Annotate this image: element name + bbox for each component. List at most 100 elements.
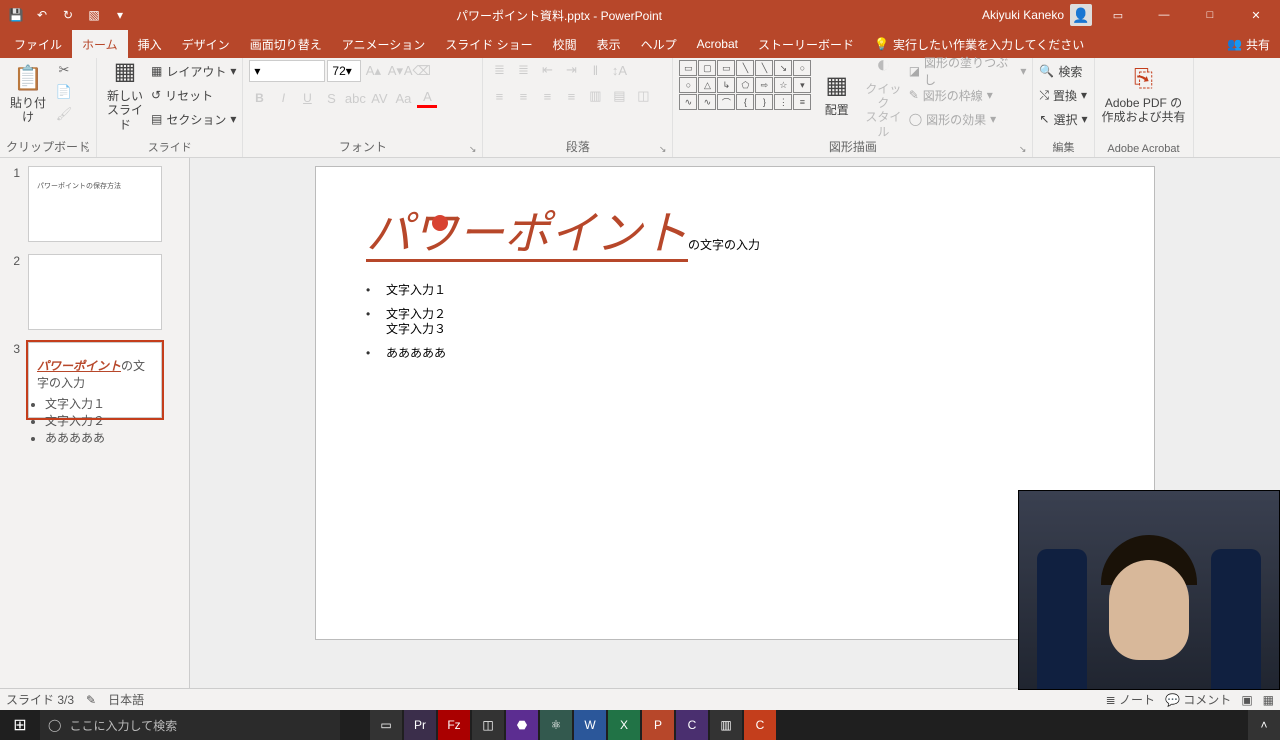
section-button[interactable]: ▤ セクション ▾ [151,108,236,130]
language-status[interactable]: 日本語 [108,691,144,708]
share-button[interactable]: 👥 共有 [1227,30,1270,58]
font-color-icon[interactable]: A [417,88,437,108]
reset-button[interactable]: ↺ リセット [151,84,236,106]
thumbnail-1[interactable]: 1 パワーポイントの保存方法 [0,166,189,242]
group-label: 図形描画 [829,140,877,154]
tab-animation[interactable]: アニメーション [332,30,436,58]
thumbnail-3[interactable]: 3 パワーポイントの文字の入力 文字入力１ 文字入力２ あああああ [0,342,189,418]
comments-button[interactable]: 💬 コメント [1165,691,1231,708]
increase-font-icon[interactable]: A▴ [363,61,383,81]
ribbon-display-icon[interactable]: ▭ [1098,0,1138,30]
text-direction-icon[interactable]: ↕A [609,60,629,80]
shapes-gallery[interactable]: ▭▢▭╲╲↘○ ○△↳⬠⇨☆▾ ∿∿⌒{}⋮≡ [679,60,811,110]
taskbar-app-icon[interactable]: C [676,710,708,740]
word-icon[interactable]: W [574,710,606,740]
slide-counter[interactable]: スライド 3/3 [6,691,74,708]
atom-icon[interactable]: ⚛ [540,710,572,740]
tab-insert[interactable]: 挿入 [128,30,172,58]
start-button[interactable]: ⊞ [0,710,40,740]
change-case-icon[interactable]: Aa [393,88,413,108]
paste-button[interactable]: 📋 貼り付け [6,60,50,130]
bullets-icon[interactable]: ≣ [489,60,509,80]
camtasia-icon[interactable]: C [744,710,776,740]
start-from-beginning-icon[interactable]: ▧ [86,7,102,23]
taskbar-app-icon[interactable]: Pr [404,710,436,740]
group-label: クリップボード [6,140,90,154]
powerpoint-icon[interactable]: P [642,710,674,740]
cut-icon[interactable]: ✂ [54,60,74,80]
taskbar-app-icon[interactable]: ◫ [472,710,504,740]
tab-storyboard[interactable]: ストーリーボード [748,30,864,58]
justify-icon[interactable]: ≡ [561,86,581,106]
normal-view-icon[interactable]: ▣ [1241,693,1252,707]
taskbar-search[interactable]: ◯ ここに入力して検索 [40,710,340,740]
underline-icon[interactable]: U [297,88,317,108]
taskbar-app-icon[interactable]: ▥ [710,710,742,740]
slide-body[interactable]: 文字入力１ 文字入力２文字入力３ あああああ [366,283,1104,361]
layout-button[interactable]: ▦ レイアウト ▾ [151,60,236,82]
select-button[interactable]: ↖ 選択 ▾ [1039,108,1087,130]
notes-button[interactable]: ≣ ノート [1106,691,1155,708]
align-text-icon[interactable]: ▤ [609,86,629,106]
line-spacing-icon[interactable]: ‖ [585,60,605,80]
align-left-icon[interactable]: ≡ [489,86,509,106]
char-spacing-icon[interactable]: AV [369,88,389,108]
shape-effects-button[interactable]: ◯ 図形の効果 ▾ [909,108,1027,130]
decrease-font-icon[interactable]: A▾ [385,61,405,81]
arrange-button[interactable]: ▦ 配置 [815,60,858,130]
new-slide-button[interactable]: ▦ 新しい スライド [103,60,147,130]
italic-icon[interactable]: I [273,88,293,108]
font-size-select[interactable]: 72 ▾ [327,60,361,82]
tab-view[interactable]: 表示 [587,30,631,58]
dialog-launcher-icon[interactable]: ↘ [82,144,90,155]
slide-title[interactable]: パワーポイントの文字の入力 [366,197,1104,263]
tab-acrobat[interactable]: Acrobat [687,30,748,58]
tab-file[interactable]: ファイル [4,30,72,58]
align-center-icon[interactable]: ≡ [513,86,533,106]
decrease-indent-icon[interactable]: ⇤ [537,60,557,80]
bold-icon[interactable]: B [249,88,269,108]
copy-icon[interactable]: 📄 [54,82,74,102]
tab-design[interactable]: デザイン [172,30,240,58]
undo-icon[interactable]: ↶ [34,7,50,23]
spellcheck-icon[interactable]: ✎ [86,693,96,707]
font-name-select[interactable]: ▾ [249,60,325,82]
find-button[interactable]: 🔍 検索 [1039,60,1087,82]
strike-icon[interactable]: abc [345,88,365,108]
tray-up-icon[interactable]: ˄ [1248,710,1280,740]
numbering-icon[interactable]: ≣ [513,60,533,80]
shadow-icon[interactable]: S [321,88,341,108]
save-icon[interactable]: 💾 [8,7,24,23]
task-view-icon[interactable]: ▭ [370,710,402,740]
quick-styles-button[interactable]: ◐ クイック スタイル [862,60,905,130]
shape-outline-button[interactable]: ✎ 図形の枠線 ▾ [909,84,1027,106]
minimize-icon[interactable]: — [1144,0,1184,30]
qat-more-icon[interactable]: ▾ [112,7,128,23]
redo-icon[interactable]: ↻ [60,7,76,23]
dialog-launcher-icon[interactable]: ↘ [659,144,667,155]
clear-format-icon[interactable]: A⌫ [407,61,427,81]
sorter-view-icon[interactable]: ▦ [1263,693,1274,707]
close-icon[interactable]: ✕ [1236,0,1276,30]
tab-help[interactable]: ヘルプ [631,30,687,58]
smartart-icon[interactable]: ◫ [633,86,653,106]
account-button[interactable]: Akiyuki Kaneko 👤 [982,4,1092,26]
maximize-icon[interactable]: □ [1190,0,1230,30]
replace-button[interactable]: ⤭ 置換 ▾ [1039,84,1087,106]
align-right-icon[interactable]: ≡ [537,86,557,106]
tab-slideshow[interactable]: スライド ショー [435,30,542,58]
tab-home[interactable]: ホーム [72,30,128,58]
thumbnail-2[interactable]: 2 [0,254,189,330]
dialog-launcher-icon[interactable]: ↘ [1019,144,1027,155]
tab-transition[interactable]: 画面切り替え [240,30,332,58]
increase-indent-icon[interactable]: ⇥ [561,60,581,80]
columns-icon[interactable]: ▥ [585,86,605,106]
tab-review[interactable]: 校閲 [543,30,587,58]
excel-icon[interactable]: X [608,710,640,740]
shape-fill-button[interactable]: ◪ 図形の塗りつぶし ▾ [909,60,1027,82]
filezilla-icon[interactable]: Fz [438,710,470,740]
dialog-launcher-icon[interactable]: ↘ [469,144,477,155]
visual-studio-icon[interactable]: ⬣ [506,710,538,740]
format-painter-icon[interactable]: 🖌 [54,104,74,124]
create-pdf-button[interactable]: ⎘ Adobe PDF の 作成および共有 [1101,60,1187,130]
